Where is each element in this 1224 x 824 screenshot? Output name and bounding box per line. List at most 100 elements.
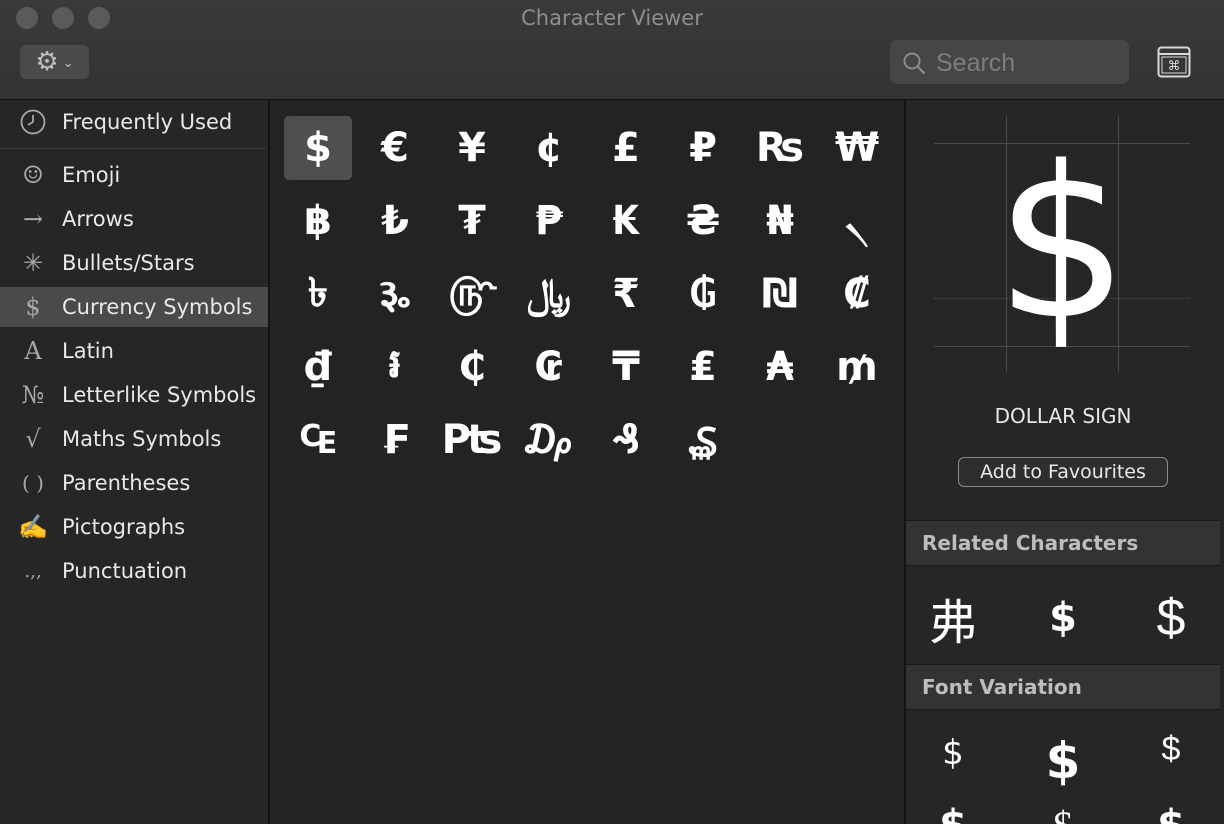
character-cell[interactable]: ৳ (284, 262, 352, 326)
keyboard-viewer-icon[interactable]: ⌘ (1157, 46, 1191, 78)
character-cell[interactable]: ₳ (746, 335, 814, 399)
letter-a-icon: A (24, 337, 42, 365)
character-cell[interactable]: ₨ (746, 116, 814, 180)
sidebar-item-frequently-used[interactable]: Frequently Used (0, 102, 268, 142)
clock-icon (16, 108, 50, 136)
search-icon (903, 52, 926, 75)
search-field[interactable] (890, 40, 1129, 84)
gear-icon: ⚙ (35, 47, 59, 77)
font-variation-glyph[interactable]: $ (1126, 714, 1216, 784)
character-cell[interactable]: ¢ (515, 116, 583, 180)
preview-glyph: $ (995, 121, 1129, 366)
character-cell[interactable]: ₰ (592, 408, 660, 472)
sidebar-item-label: Frequently Used (62, 110, 233, 134)
related-character[interactable]: $ (1018, 583, 1108, 653)
sidebar-divider (0, 148, 266, 149)
font-variation-glyph[interactable]: $ (1018, 790, 1108, 824)
character-cell[interactable]: ₠ (284, 408, 352, 472)
related-characters-header: Related Characters (906, 520, 1220, 566)
sidebar-item-maths-symbols[interactable]: √ Maths Symbols (0, 419, 268, 459)
character-cell[interactable]: € (361, 116, 429, 180)
character-preview: $ (934, 116, 1190, 372)
arrow-right-icon: → (22, 205, 44, 233)
sidebar-item-parentheses[interactable]: ( ) Parentheses (0, 463, 268, 503)
font-variation-glyph[interactable]: $ (908, 718, 998, 788)
sidebar-item-label: Bullets/Stars (62, 251, 195, 275)
character-cell[interactable]: ₪ (746, 262, 814, 326)
sidebar-item-label: Currency Symbols (62, 295, 253, 319)
character-cell[interactable]: ₦ (746, 189, 814, 253)
dollar-icon: $ (25, 293, 41, 321)
numero-icon: № (21, 381, 45, 409)
character-cell[interactable]: ₭ (592, 189, 660, 253)
sidebar-item-label: Letterlike Symbols (62, 383, 257, 407)
character-cell[interactable]: ₸ (592, 335, 660, 399)
character-cell[interactable]: ૱ (361, 262, 429, 326)
character-cell[interactable]: ₽ (669, 116, 737, 180)
window-title: Character Viewer (521, 6, 703, 30)
sidebar-item-latin[interactable]: A Latin (0, 331, 268, 371)
font-variation-header: Font Variation (906, 664, 1220, 710)
character-cell[interactable]: ₺ (361, 189, 429, 253)
character-cell[interactable]: ₴ (669, 189, 737, 253)
sidebar-item-bullets-stars[interactable]: ✳ Bullets/Stars (0, 243, 268, 283)
comma-icon: ․,, (24, 560, 42, 582)
sidebar-item-label: Punctuation (62, 559, 188, 583)
sidebar-item-label: Emoji (62, 163, 121, 187)
related-character[interactable]: 弗 (908, 583, 998, 653)
character-cell[interactable]: ₡ (823, 262, 891, 326)
character-cell[interactable]: ¥ (438, 116, 506, 180)
parentheses-icon: ( ) (22, 471, 44, 495)
sidebar-item-label: Latin (62, 339, 114, 363)
character-cell[interactable]: ₩ (823, 116, 891, 180)
character-cell[interactable]: ﷼ (515, 262, 583, 326)
character-cell[interactable]: ₮ (438, 189, 506, 253)
character-cell[interactable]: ₱ (515, 189, 583, 253)
related-character[interactable]: $ (1126, 583, 1216, 653)
font-variation-glyph[interactable]: $ (1018, 726, 1108, 796)
action-menu-button[interactable]: ⚙ ⌄ (20, 45, 89, 79)
character-cell[interactable]: ₷ (669, 408, 737, 472)
character-cell[interactable]: ₲ (669, 262, 737, 326)
character-cell[interactable]: £ (592, 116, 660, 180)
character-name: DOLLAR SIGN (994, 404, 1132, 428)
character-cell[interactable]: ₥ (823, 335, 891, 399)
sidebar-item-emoji[interactable]: ☺ Emoji (0, 155, 268, 195)
character-cell[interactable]: ₣ (361, 408, 429, 472)
character-cell[interactable]: ₯ (515, 408, 583, 472)
character-cell[interactable]: ฿ (284, 189, 352, 253)
font-variation-glyph[interactable]: $ (1126, 790, 1216, 824)
title-bar: Character Viewer ⚙ ⌄ ⌘ (0, 0, 1224, 100)
sidebar-item-currency-symbols[interactable]: $ Currency Symbols (0, 287, 268, 327)
writing-hand-icon: ✍ (18, 513, 48, 541)
smiley-icon: ☺ (22, 161, 44, 189)
sidebar-item-letterlike-symbols[interactable]: № Letterlike Symbols (0, 375, 268, 415)
character-cell[interactable]: ₤ (669, 335, 737, 399)
sidebar-item-pictographs[interactable]: ✍ Pictographs (0, 507, 268, 547)
character-cell[interactable]: ៛ (361, 335, 429, 399)
character-cell[interactable]: $ (284, 116, 352, 180)
chevron-down-icon: ⌄ (62, 55, 74, 71)
character-cell[interactable]: ௹ (438, 262, 506, 326)
character-cell[interactable]: ৲ (823, 189, 891, 253)
character-cell[interactable]: ₫ (284, 335, 352, 399)
add-to-favourites-button[interactable]: Add to Favourites (958, 457, 1168, 487)
character-grid: $ € ¥ ¢ £ ₽ ₨ ₩ ฿ ₺ ₮ ₱ ₭ ₴ ₦ ৲ ৳ ૱ ௹ ﷼ ₹ ₲ ₪ ₡ ₫ ៛ ₵ ₢ ₸ ₤ ₳ ₥ ₠ ₣ ₧ ₯ ₰ ₷ (270, 100, 902, 824)
asterisk-icon: ✳ (22, 249, 44, 277)
character-detail-panel: $ DOLLAR SIGN Add to Favourites Related … (904, 100, 1224, 824)
sidebar-item-label: Maths Symbols (62, 427, 222, 451)
character-viewer-window: Character Viewer ⚙ ⌄ ⌘ Frequently Used (0, 0, 1224, 824)
svg-text:⌘: ⌘ (1168, 59, 1181, 74)
font-variation-glyph[interactable]: $ (908, 790, 998, 824)
sidebar-item-label: Pictographs (62, 515, 186, 539)
search-input[interactable] (934, 44, 1123, 82)
character-cell[interactable]: ₢ (515, 335, 583, 399)
character-cell[interactable]: ₹ (592, 262, 660, 326)
sidebar-item-punctuation[interactable]: ․,, Punctuation (0, 551, 268, 591)
sidebar-item-label: Arrows (62, 207, 134, 231)
square-root-icon: √ (25, 425, 41, 453)
category-sidebar: Frequently Used ☺ Emoji → Arrows ✳ Bulle… (0, 100, 270, 824)
character-cell[interactable]: ₧ (438, 408, 506, 472)
sidebar-item-arrows[interactable]: → Arrows (0, 199, 268, 239)
character-cell[interactable]: ₵ (438, 335, 506, 399)
